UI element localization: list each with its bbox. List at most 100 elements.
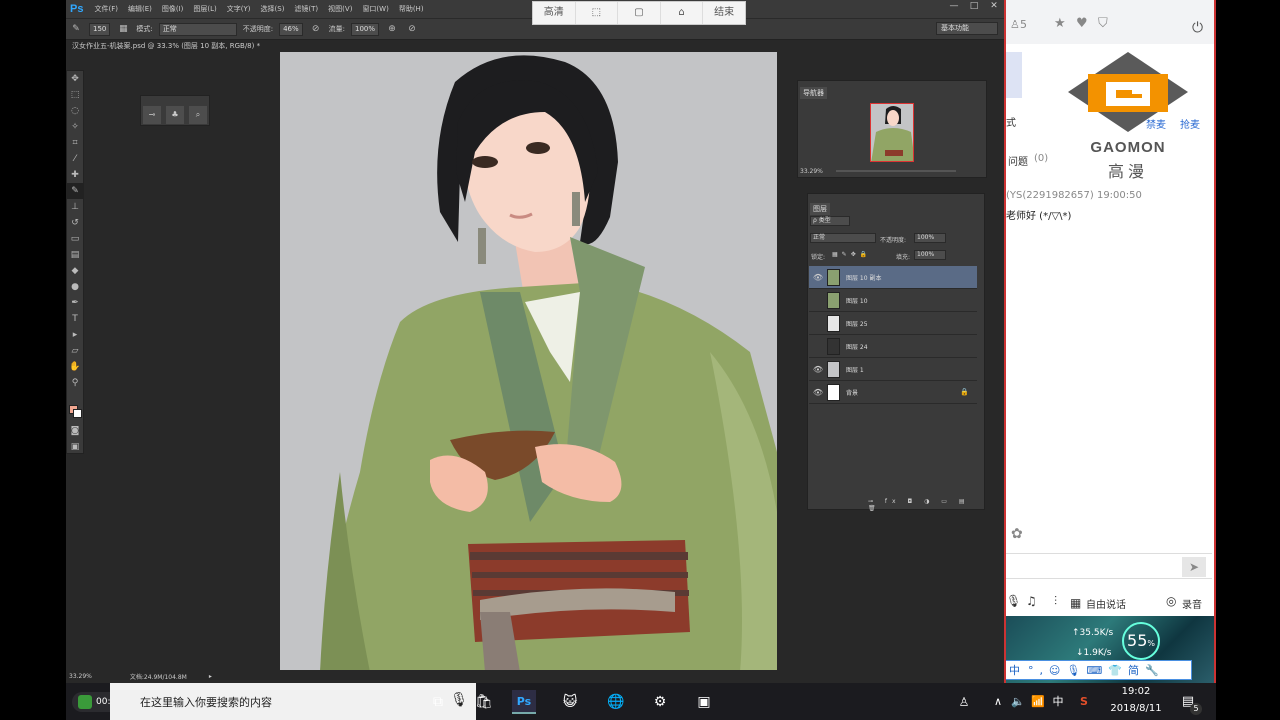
menu-image[interactable]: 图像(I) <box>157 4 189 14</box>
clone-source-icon[interactable]: ♣ <box>166 106 184 124</box>
navigator-zoom-value[interactable]: 33.29% <box>800 168 823 175</box>
media-app-icon[interactable]: ▣ <box>692 690 716 714</box>
emoji-icon[interactable]: ✿ <box>1011 526 1023 542</box>
layer-row[interactable]: 图层 25 <box>809 312 977 335</box>
power-icon[interactable]: ⏻ <box>1192 20 1203 36</box>
members-icon[interactable]: ♙ <box>1010 18 1020 31</box>
minimize-button[interactable]: — <box>944 0 964 12</box>
questions-label[interactable]: 问题 <box>1008 153 1028 168</box>
ime-indicator[interactable]: 中 <box>1046 690 1070 714</box>
people-icon[interactable]: ♙ <box>952 690 976 714</box>
menu-view[interactable]: 视图(V) <box>323 4 357 14</box>
quick-mask-icon[interactable]: ◙ <box>67 423 83 439</box>
ime-tools-icons[interactable]: °,☺🎙⌨👕简🔧 <box>1028 662 1165 678</box>
heart-icon[interactable]: ♥ <box>1076 16 1088 31</box>
menu-layer[interactable]: 图层(L) <box>188 4 221 14</box>
microphone-icon[interactable]: 🎙 <box>450 692 468 708</box>
move-tool-icon[interactable]: ✥ <box>67 71 83 87</box>
visibility-eye-icon[interactable]: 👁 <box>809 273 827 282</box>
healing-tool-icon[interactable]: ✚ <box>67 167 83 183</box>
blur-tool-icon[interactable]: ◆ <box>67 263 83 279</box>
music-icon[interactable]: ♫ <box>1026 594 1037 608</box>
brush-size-field[interactable]: 150 <box>89 22 111 36</box>
layer-name[interactable]: 图层 10 <box>846 296 868 305</box>
hand-tool-icon[interactable]: ✋ <box>67 359 83 375</box>
task-view-icon[interactable]: ⧉ <box>426 690 450 714</box>
free-talk-label[interactable]: 自由说话 <box>1086 596 1126 611</box>
clock-date[interactable]: 2018/8/11 <box>1106 703 1166 714</box>
layer-row[interactable]: 👁 背景 🔒 <box>809 381 977 404</box>
crop-tool-icon[interactable]: ⌗ <box>67 135 83 151</box>
layer-name[interactable]: 图层 25 <box>846 319 868 328</box>
dodge-tool-icon[interactable]: ● <box>67 279 83 295</box>
pressure-size-icon[interactable]: ⊘ <box>405 22 419 36</box>
menu-edit[interactable]: 编辑(E) <box>123 4 157 14</box>
layer-filter-select[interactable]: ρ 类型 <box>810 216 850 226</box>
layer-opacity-field[interactable]: 100% <box>914 233 946 243</box>
type-tool-icon[interactable]: T <box>67 311 83 327</box>
document-canvas[interactable] <box>280 52 777 672</box>
close-button[interactable]: ✕ <box>984 0 1004 12</box>
mode-select[interactable]: 正常 <box>158 22 237 36</box>
pressure-opacity-icon[interactable]: ⊘ <box>309 22 323 36</box>
star-icon[interactable]: ★ <box>1054 16 1066 31</box>
brush-preset-icon[interactable]: ⊸ <box>143 106 161 124</box>
menu-select[interactable]: 选择(S) <box>256 4 290 14</box>
brush-tool-icon[interactable]: ✎ <box>69 22 83 36</box>
home-icon[interactable]: ⌂ <box>661 2 704 24</box>
layer-fill-field[interactable]: 100% <box>914 250 946 260</box>
status-arrow-icon[interactable]: ▸ <box>209 673 212 680</box>
clock-time[interactable]: 19:02 <box>1106 686 1166 697</box>
navigator-thumbnail[interactable] <box>870 103 914 162</box>
brush-tool-icon[interactable]: ✎ <box>67 183 83 199</box>
visibility-eye-icon[interactable]: 👁 <box>809 365 827 374</box>
gradient-tool-icon[interactable]: ▤ <box>67 247 83 263</box>
lasso-tool-icon[interactable]: ◌ <box>67 103 83 119</box>
record-icon[interactable]: ◎ <box>1166 594 1176 608</box>
navigator-zoom-slider[interactable] <box>836 170 956 172</box>
screen-mode-icon[interactable]: ▣ <box>67 439 83 455</box>
record-label[interactable]: 录音 <box>1182 596 1202 611</box>
path-select-tool-icon[interactable]: ▸ <box>67 327 83 343</box>
store-icon[interactable]: 🛍 <box>472 690 496 714</box>
layer-name[interactable]: 图层 1 <box>846 365 864 374</box>
send-icon[interactable]: ➤ <box>1182 557 1206 577</box>
pen-tool-icon[interactable]: ✒ <box>67 295 83 311</box>
flow-field[interactable]: 100% <box>351 22 380 36</box>
eraser-tool-icon[interactable]: ▭ <box>67 231 83 247</box>
photoshop-taskbar-icon[interactable]: Ps <box>512 690 536 714</box>
end-button[interactable]: 结束 <box>703 2 745 24</box>
layer-blend-mode-select[interactable]: 正常 <box>810 233 876 243</box>
avatar[interactable] <box>1006 52 1022 98</box>
visibility-eye-icon[interactable]: 👁 <box>809 388 827 397</box>
ime-lang[interactable]: 中 <box>1009 662 1020 678</box>
layer-row[interactable]: 图层 10 <box>809 289 977 312</box>
window-select-icon[interactable]: ▢ <box>618 2 661 24</box>
region-select-icon[interactable]: ⬚ <box>576 2 619 24</box>
layer-name[interactable]: 图层 10 副本 <box>846 273 881 282</box>
opacity-field[interactable]: 46% <box>279 22 303 36</box>
menu-window[interactable]: 窗口(W) <box>357 4 393 14</box>
shape-tool-icon[interactable]: ▱ <box>67 343 83 359</box>
sogou-tray-icon[interactable]: S <box>1072 690 1096 714</box>
layer-row[interactable]: 图层 24 <box>809 335 977 358</box>
settings-gear-icon[interactable]: ⚙ <box>648 690 672 714</box>
layer-actions-toolbar[interactable]: ⊸ fx ◘ ◑ ▭ ▤ 🗑 <box>868 498 984 512</box>
hd-button[interactable]: 高清 <box>533 2 576 24</box>
free-talk-icon[interactable]: ▦ <box>1070 596 1081 610</box>
menu-file[interactable]: 文件(F) <box>89 4 123 14</box>
chat-input[interactable]: ➤ <box>1006 553 1212 579</box>
tool-preset-icon[interactable]: ⌕ <box>189 106 207 124</box>
taskbar-search-box[interactable]: 在这里输入你要搜索的内容 🎙 <box>110 683 476 720</box>
document-tab[interactable]: 汉女作业五-机装案.psd @ 33.3% (图层 10 副本, RGB/8) … <box>66 40 267 52</box>
equalizer-icon[interactable]: ⫶ <box>1054 594 1057 609</box>
marquee-tool-icon[interactable]: ⬚ <box>67 87 83 103</box>
zoom-tool-icon[interactable]: ⚲ <box>67 375 83 391</box>
layer-name[interactable]: 背景 <box>846 388 858 397</box>
cat-app-icon[interactable]: 😺 <box>558 690 582 714</box>
shield-icon[interactable]: ⛉ <box>1098 16 1108 31</box>
status-zoom[interactable]: 33.29% <box>69 673 92 680</box>
microphone-icon[interactable]: 🎙 <box>1006 594 1021 608</box>
workspace-preset-select[interactable]: 基本功能 <box>936 22 998 35</box>
eyedropper-tool-icon[interactable]: ⁄ <box>67 151 83 167</box>
